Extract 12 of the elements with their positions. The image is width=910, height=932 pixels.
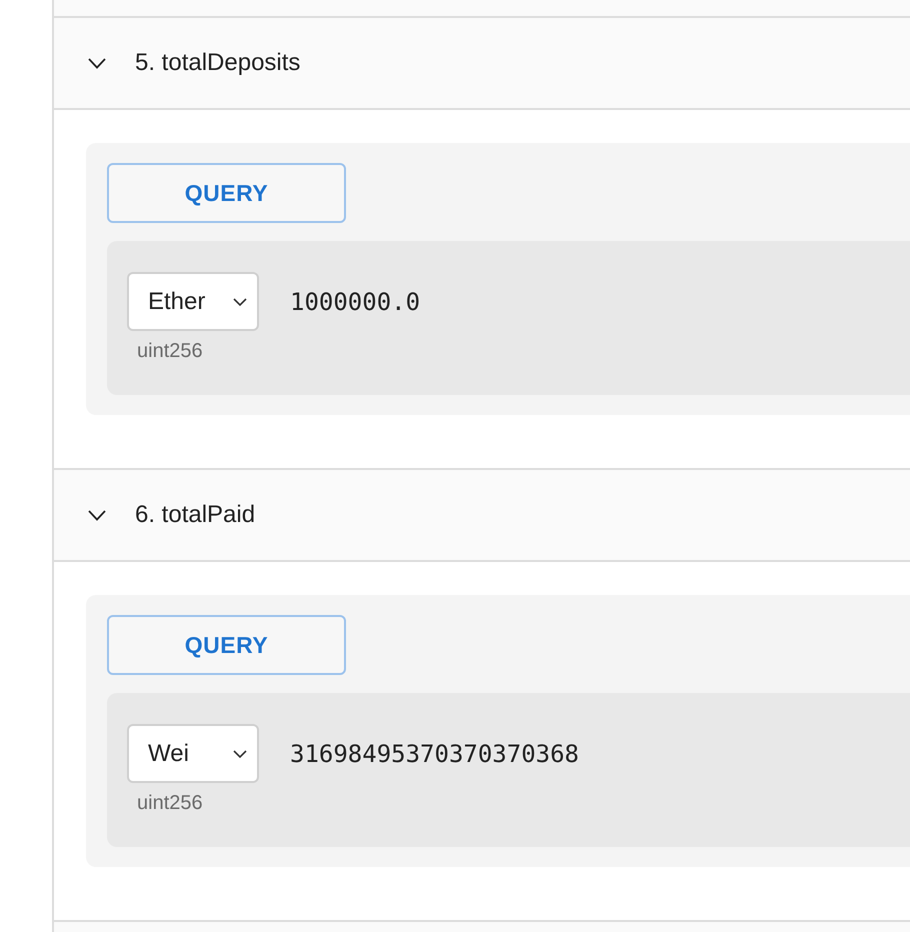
- query-button[interactable]: QUERY: [107, 163, 346, 223]
- type-label: uint256: [137, 341, 203, 361]
- caret-icon: [233, 298, 247, 306]
- section-title: 6. totalPaid: [135, 503, 256, 527]
- result-value: 1000000.0: [290, 286, 420, 318]
- caret-icon: [233, 750, 247, 758]
- query-button[interactable]: QUERY: [107, 615, 346, 675]
- unit-select[interactable]: Ether: [127, 272, 259, 331]
- unit-select[interactable]: Wei: [127, 724, 259, 783]
- section-title: 5. totalDeposits: [135, 51, 300, 75]
- type-label: uint256: [137, 793, 203, 813]
- result-value: 31698495370370370368: [290, 738, 579, 770]
